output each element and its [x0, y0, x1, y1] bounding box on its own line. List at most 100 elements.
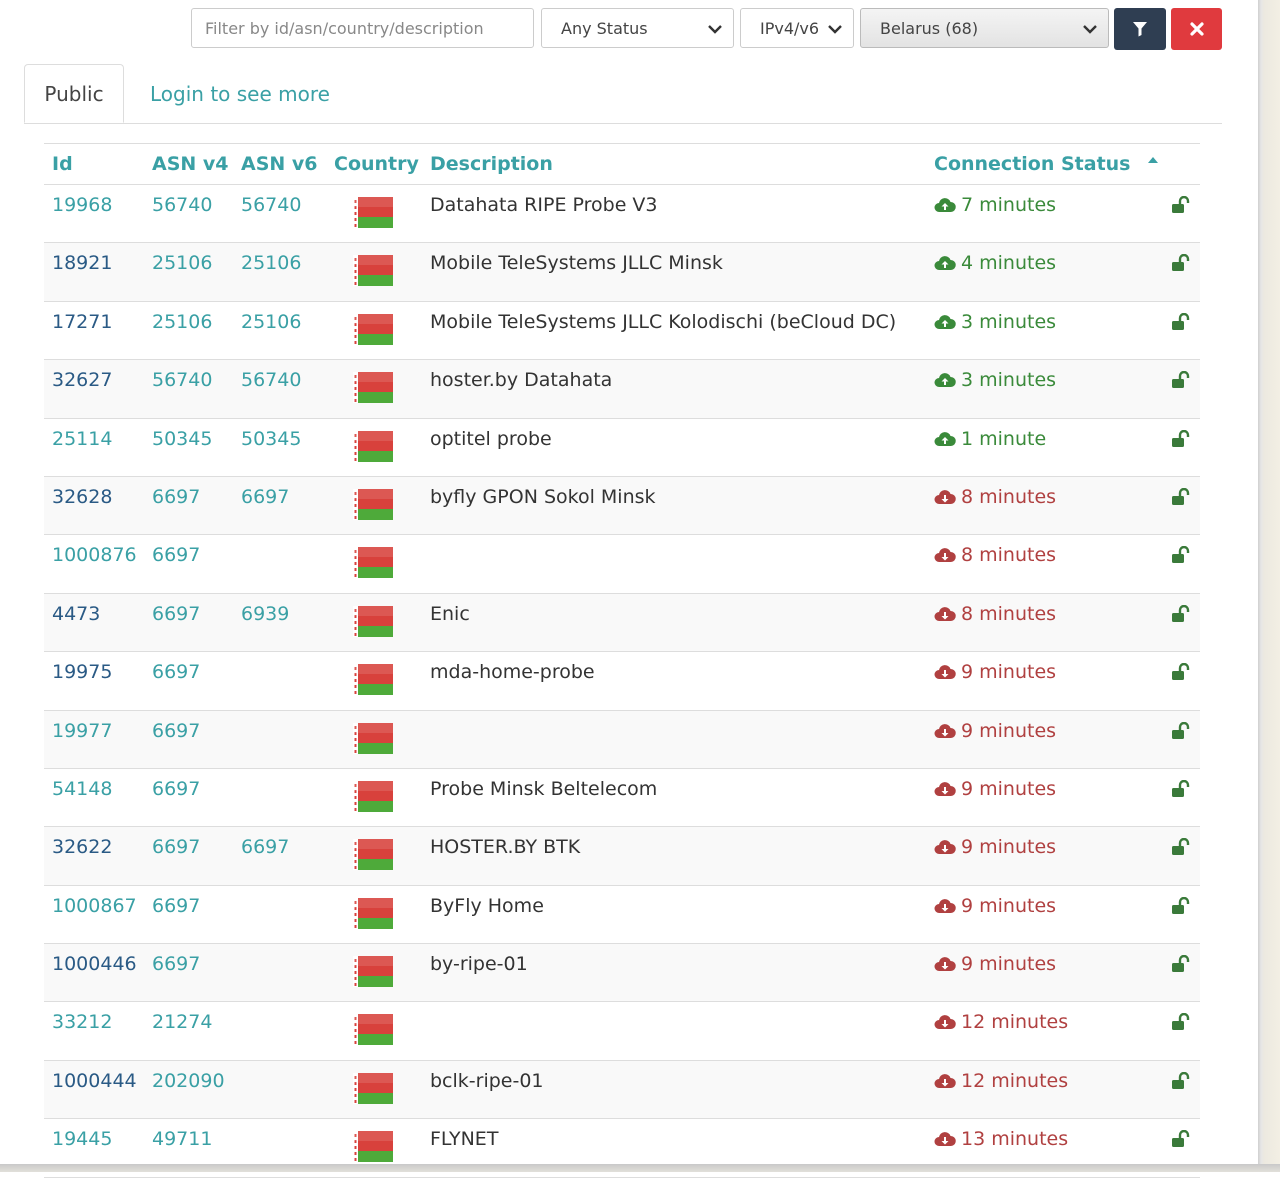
asn-v4-link[interactable]: 6697: [152, 486, 200, 508]
cloud-download-icon: [934, 957, 956, 972]
probe-id-link[interactable]: 32627: [52, 369, 112, 391]
asn-v4-link[interactable]: 202090: [152, 1070, 225, 1092]
asn-v4-link[interactable]: 6697: [152, 895, 200, 917]
asn-v6-link[interactable]: 56740: [241, 194, 301, 216]
connection-status: 9 minutes: [934, 895, 1056, 917]
sort-up-icon[interactable]: [1147, 156, 1159, 164]
asn-v6-link[interactable]: 56740: [241, 369, 301, 391]
asn-v4-link[interactable]: 49711: [152, 1128, 212, 1150]
probe-id-link[interactable]: 1000446: [52, 953, 137, 975]
unlock-icon[interactable]: [1171, 1130, 1191, 1148]
apply-filter-button[interactable]: [1114, 8, 1166, 50]
connection-status: 8 minutes: [934, 603, 1056, 625]
asn-v4-link[interactable]: 25106: [152, 311, 212, 333]
probe-id-link[interactable]: 17271: [52, 311, 112, 333]
table-row: 54148 6697 Probe Minsk Beltelecom 9 minu…: [44, 769, 1200, 828]
probe-id-link[interactable]: 1000867: [52, 895, 137, 917]
tab-login[interactable]: Login to see more: [150, 64, 330, 123]
connection-status-text: 12 minutes: [961, 1069, 1069, 1092]
probe-description: Mobile TeleSystems JLLC Minsk: [430, 252, 723, 275]
unlock-icon[interactable]: [1171, 196, 1191, 214]
asn-v4-link[interactable]: 6697: [152, 544, 200, 566]
asn-v6-link[interactable]: 50345: [241, 428, 301, 450]
probe-id-link[interactable]: 25114: [52, 428, 112, 450]
connection-status: 9 minutes: [934, 720, 1056, 742]
probe-description: optitel probe: [430, 427, 552, 450]
probe-id-link[interactable]: 19977: [52, 720, 112, 742]
table-row: 32627 56740 56740 hoster.by Datahata 3 m…: [44, 360, 1200, 419]
asn-v4-link[interactable]: 6697: [152, 778, 200, 800]
asn-v4-link[interactable]: 56740: [152, 194, 212, 216]
column-header-asn-v6[interactable]: ASN v6: [241, 153, 318, 175]
unlock-icon[interactable]: [1171, 838, 1191, 856]
table-row: 1000876 6697 8 minutes: [44, 535, 1200, 594]
probe-id-link[interactable]: 19975: [52, 661, 112, 683]
column-header-connection-status[interactable]: Connection Status: [934, 153, 1131, 175]
probe-id-link[interactable]: 32622: [52, 836, 112, 858]
asn-v4-link[interactable]: 21274: [152, 1011, 212, 1033]
unlock-icon[interactable]: [1171, 721, 1191, 740]
unlock-icon[interactable]: [1171, 371, 1191, 389]
asn-v4-link[interactable]: 6697: [152, 661, 200, 683]
unlock-icon[interactable]: [1171, 429, 1191, 448]
unlock-icon[interactable]: [1171, 1013, 1191, 1031]
asn-v6-link[interactable]: 25106: [241, 252, 301, 274]
clear-filter-button[interactable]: [1171, 8, 1222, 50]
connection-status-text: 4 minutes: [961, 252, 1057, 275]
probe-description: by-ripe-01: [430, 953, 528, 976]
cloud-download-icon: [934, 606, 956, 621]
unlock-icon[interactable]: [1171, 254, 1191, 272]
column-header-description[interactable]: Description: [430, 153, 553, 175]
asn-v4-link[interactable]: 6697: [152, 953, 200, 975]
asn-v6-link[interactable]: 6697: [241, 836, 289, 858]
probe-id-link[interactable]: 54148: [52, 778, 112, 800]
connection-status: 8 minutes: [934, 486, 1056, 508]
status-select[interactable]: Any Status: [541, 8, 734, 48]
probe-id-link[interactable]: 32628: [52, 486, 112, 508]
asn-v6-link[interactable]: 25106: [241, 311, 301, 333]
connection-status: 4 minutes: [934, 252, 1056, 274]
belarus-flag-icon: [353, 430, 393, 462]
connection-status-text: 8 minutes: [961, 602, 1057, 625]
ip-version-select[interactable]: IPv4/v6: [740, 8, 854, 48]
asn-v4-link[interactable]: 6697: [152, 603, 200, 625]
unlock-icon[interactable]: [1171, 1071, 1191, 1090]
probe-id-link[interactable]: 1000876: [52, 544, 137, 566]
probe-id-link[interactable]: 18921: [52, 252, 112, 274]
tab-public[interactable]: Public: [24, 64, 124, 123]
column-header-asn-v4[interactable]: ASN v4: [152, 153, 229, 175]
unlock-icon[interactable]: [1171, 896, 1191, 915]
unlock-icon[interactable]: [1171, 312, 1191, 331]
chevron-down-icon: [828, 25, 842, 34]
asn-v6-link[interactable]: 6697: [241, 486, 289, 508]
asn-v4-link[interactable]: 25106: [152, 252, 212, 274]
unlock-icon[interactable]: [1171, 663, 1191, 681]
probe-id-link[interactable]: 19445: [52, 1128, 112, 1150]
connection-status: 12 minutes: [934, 1011, 1068, 1033]
asn-v4-link[interactable]: 6697: [152, 720, 200, 742]
table-row: 19977 6697 9 minutes: [44, 710, 1200, 769]
unlock-icon[interactable]: [1171, 487, 1191, 506]
connection-status-text: 9 minutes: [961, 953, 1057, 976]
probe-id-link[interactable]: 4473: [52, 603, 100, 625]
unlock-icon[interactable]: [1171, 604, 1191, 623]
belarus-flag-icon: [353, 1131, 393, 1163]
column-header-id[interactable]: Id: [52, 153, 73, 175]
unlock-icon[interactable]: [1171, 546, 1191, 564]
cloud-download-icon: [934, 490, 956, 504]
chevron-down-icon: [1083, 25, 1097, 34]
unlock-icon[interactable]: [1171, 779, 1191, 798]
search-input[interactable]: [191, 8, 534, 48]
connection-status-text: 13 minutes: [961, 1128, 1069, 1151]
column-header-country[interactable]: Country: [334, 153, 419, 175]
unlock-icon[interactable]: [1171, 955, 1191, 973]
asn-v4-link[interactable]: 6697: [152, 836, 200, 858]
asn-v4-link[interactable]: 50345: [152, 428, 212, 450]
country-select[interactable]: Belarus (68): [860, 8, 1109, 48]
asn-v6-link[interactable]: 6939: [241, 603, 289, 625]
probe-id-link[interactable]: 19968: [52, 194, 112, 216]
probe-id-link[interactable]: 1000444: [52, 1070, 137, 1092]
belarus-flag-icon: [353, 956, 393, 988]
asn-v4-link[interactable]: 56740: [152, 369, 212, 391]
probe-id-link[interactable]: 33212: [52, 1011, 112, 1033]
